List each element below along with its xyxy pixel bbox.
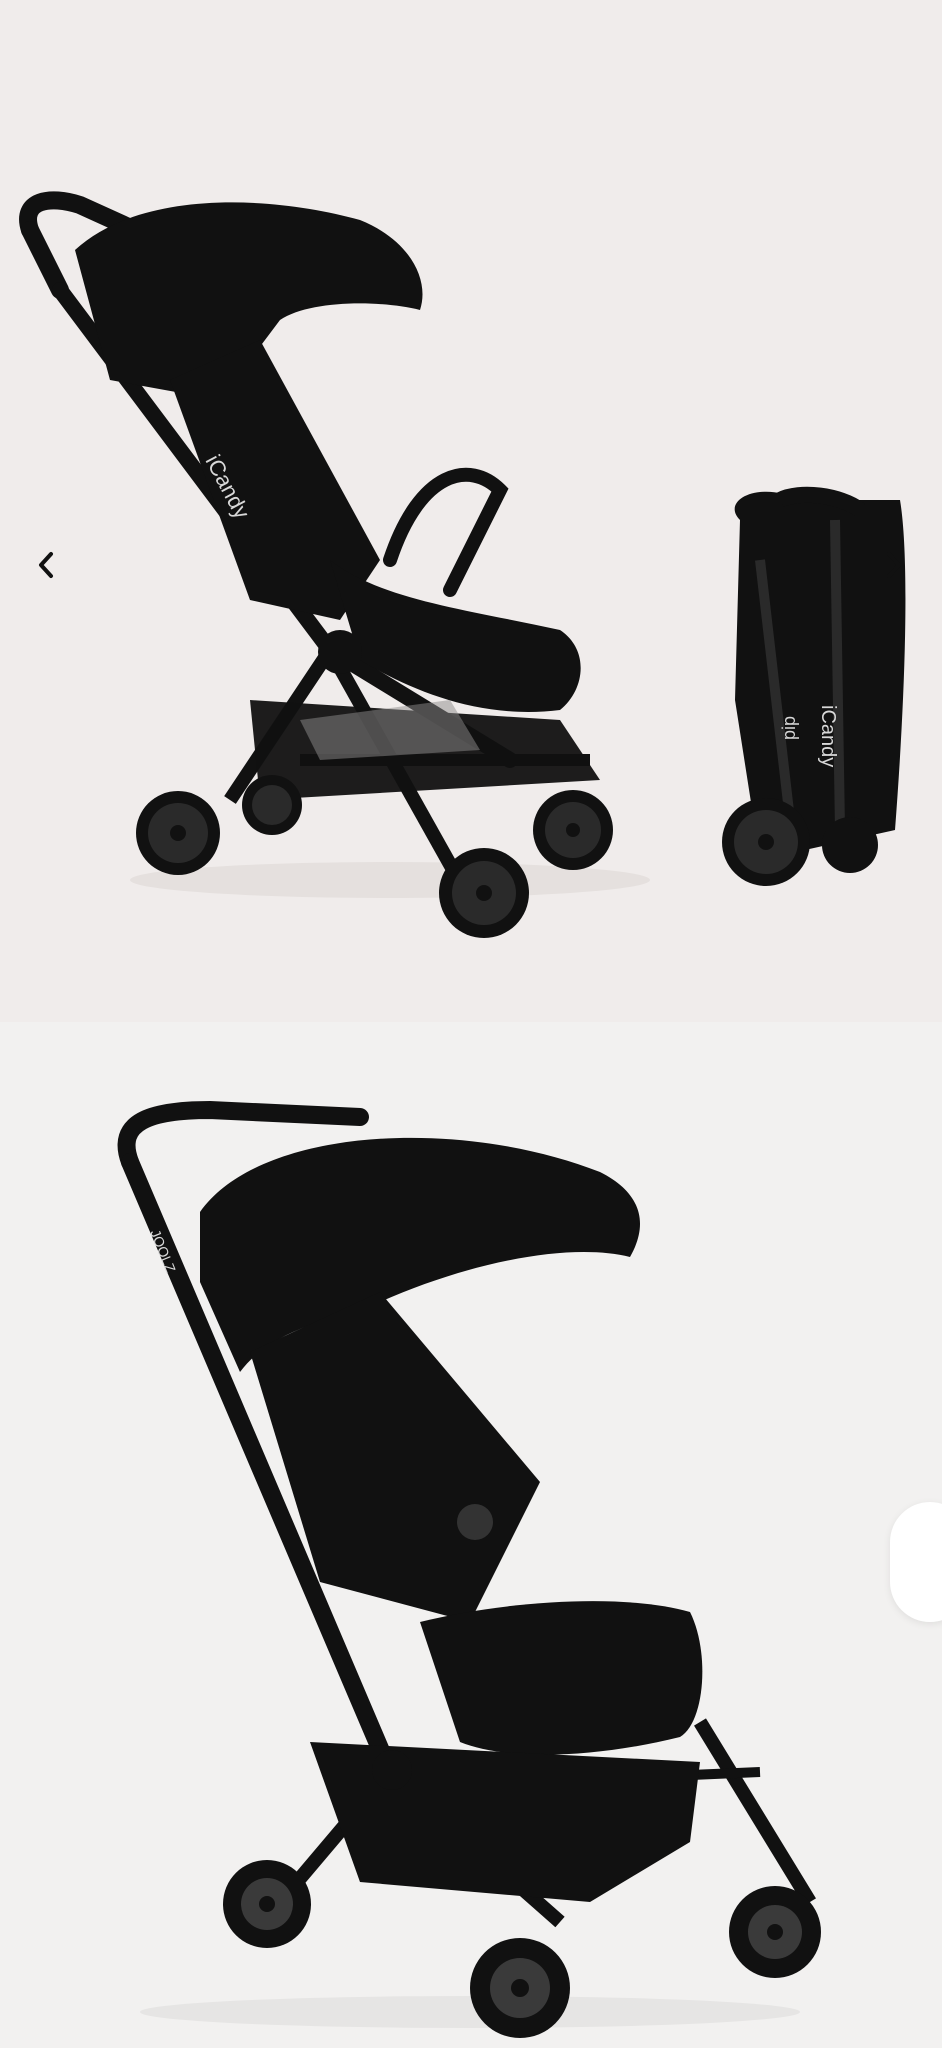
stroller-image-open-and-folded: iCandy iCandy pip [19,191,906,938]
folded-brand-label: iCandy [817,705,839,767]
folded-model-label: pip [779,716,799,740]
stroller-image-joolz: JOOLZ [117,1100,821,2038]
stroller-open [19,191,600,904]
product-gallery-main: iCandy iCandy pip [0,0,942,1022]
chevron-left-icon [39,552,53,578]
stroller-joolz [117,1100,816,1928]
gallery-next-button[interactable] [872,543,916,587]
product-gallery-secondary: JOOLZ [0,1022,942,2048]
side-drawer-tab[interactable] [890,1502,942,1622]
stroller-open-wheels [136,775,613,938]
gallery-prev-button[interactable] [24,543,68,587]
chevron-right-icon [887,552,901,578]
